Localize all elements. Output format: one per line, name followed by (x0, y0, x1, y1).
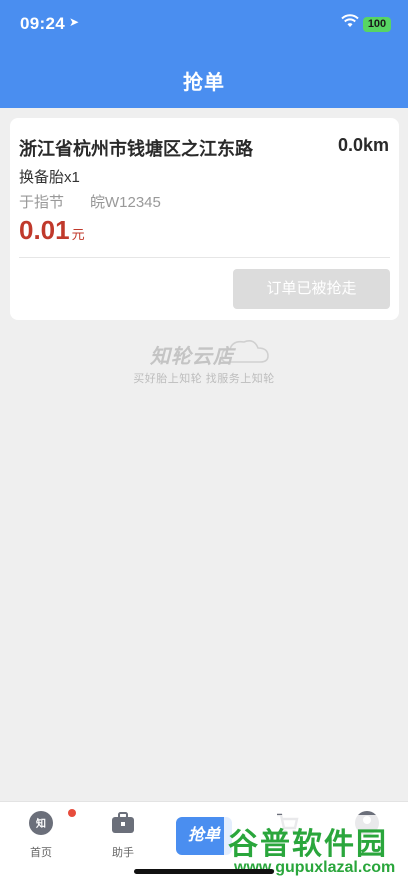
home-icon: 知 (29, 811, 53, 835)
order-distance: 0.0km (337, 135, 389, 155)
price-amount: 0.01 (19, 215, 70, 245)
status-time: 09:24 (20, 14, 65, 33)
brand-name: 知轮云店 (150, 346, 234, 368)
tab-home[interactable]: 知 首页 (6, 802, 76, 862)
notification-dot (68, 809, 76, 817)
status-bar: 09:24 ➤ 100 (0, 0, 408, 50)
card-divider (19, 257, 390, 258)
battery-indicator: 100 (363, 17, 391, 32)
price-unit: 元 (71, 227, 85, 242)
order-taken-button[interactable]: 订单已被抢走 (233, 269, 390, 309)
svg-text:知: 知 (35, 817, 46, 830)
license-plate: 皖W12345 (90, 194, 161, 211)
order-card[interactable]: 浙江省杭州市钱塘区之江东路 0.0km 换备胎x1 于指节 皖W12345 0.… (10, 118, 399, 320)
page-title: 抢单 (183, 72, 225, 94)
wifi-icon (341, 14, 359, 27)
watermark-url: www.gupuxlazal.com (234, 859, 396, 876)
header: 09:24 ➤ 100 抢单 (0, 0, 408, 108)
watermark-title: 谷普软件园 (228, 828, 388, 861)
tab-assistant-label: 助手 (112, 847, 134, 859)
order-service-item: 换备胎x1 (19, 169, 80, 186)
customer-name: 于指节 (19, 194, 65, 211)
location-arrow-icon: ➤ (69, 15, 80, 29)
order-address: 浙江省杭州市钱塘区之江东路 (19, 139, 253, 159)
order-price: 0.01 元 (19, 215, 85, 246)
brand-block: 知轮云店 买好胎上知轮 找服务上知轮 (124, 332, 284, 387)
brand-slogan: 买好胎上知轮 找服务上知轮 (133, 373, 275, 385)
tab-home-label: 首页 (30, 847, 52, 859)
tab-assistant[interactable]: 助手 (88, 802, 158, 862)
briefcase-icon (112, 812, 134, 833)
home-indicator (134, 869, 274, 874)
